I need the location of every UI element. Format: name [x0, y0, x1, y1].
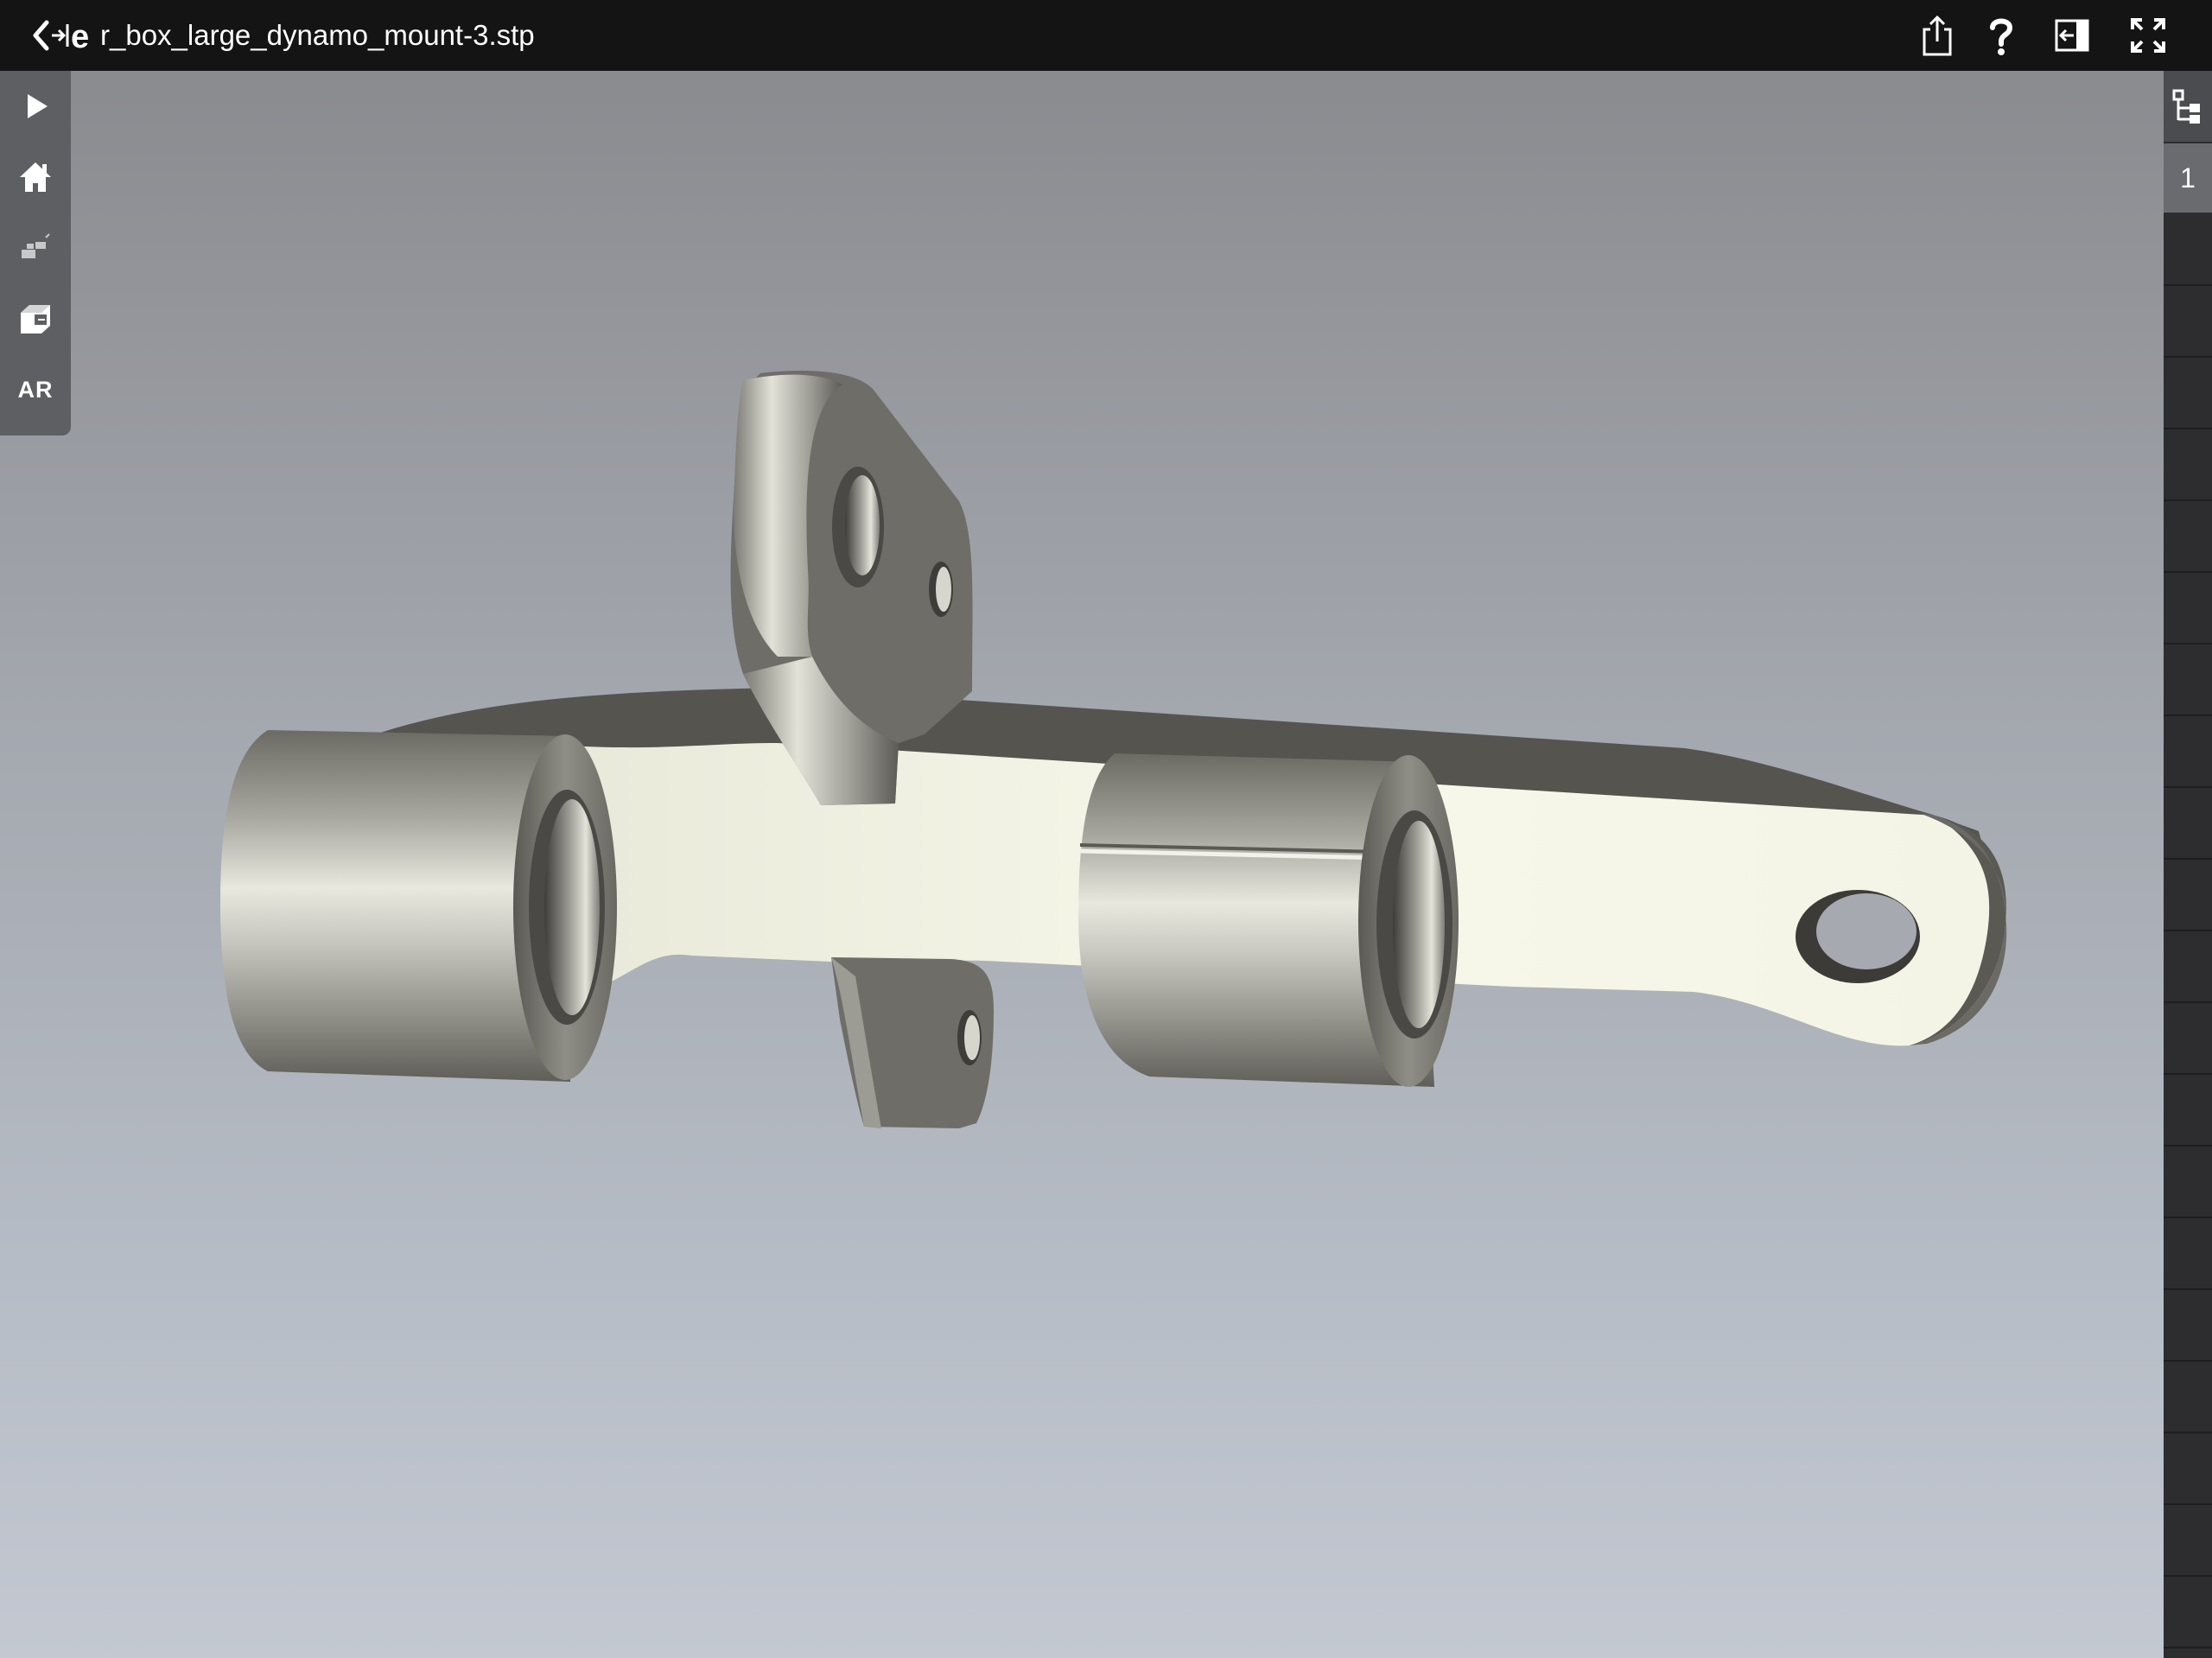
- back-chevron-icon: e: [33, 19, 89, 55]
- panel-collapse-icon: [2055, 19, 2089, 52]
- panel-row: [2164, 501, 2212, 573]
- section-view-button[interactable]: [0, 283, 71, 354]
- home-icon: [20, 162, 51, 192]
- top-bar: e r_box_large_dynamo_mount-3.stp: [0, 0, 2212, 71]
- back-button[interactable]: e: [26, 12, 97, 59]
- help-button[interactable]: [1977, 12, 2025, 59]
- panel-row: [2164, 358, 2212, 429]
- panel-row: [2164, 716, 2212, 788]
- help-question-icon: [1990, 18, 2013, 55]
- cad-model[interactable]: [0, 71, 2164, 1658]
- panel-row: [2164, 429, 2212, 501]
- app-logo-letter: e: [71, 19, 89, 55]
- home-view-button[interactable]: [0, 142, 71, 213]
- file-title: r_box_large_dynamo_mount-3.stp: [100, 19, 535, 51]
- panel-row: [2164, 1075, 2212, 1147]
- section-box-icon: [21, 305, 50, 334]
- play-button[interactable]: [0, 71, 71, 142]
- ar-button[interactable]: AR: [0, 354, 71, 425]
- panel-row: [2164, 1003, 2212, 1075]
- panel-row: [2164, 1433, 2212, 1505]
- panel-row: [2164, 931, 2212, 1003]
- right-panel: 1: [2164, 71, 2212, 1658]
- play-icon: [28, 94, 48, 118]
- panel-row: [2164, 1577, 2212, 1648]
- panel-row: [2164, 1218, 2212, 1290]
- left-toolbar: AR: [0, 71, 71, 435]
- panel-row: [2164, 645, 2212, 716]
- panel-row: [2164, 1290, 2212, 1362]
- explode-icon: [22, 233, 50, 258]
- ar-label: AR: [17, 376, 54, 403]
- explode-button[interactable]: [0, 213, 71, 283]
- panel-row: [2164, 214, 2212, 286]
- collapse-panel-button[interactable]: [2048, 12, 2096, 59]
- structure-tree-button[interactable]: [2164, 71, 2212, 142]
- structure-tree-icon: [2172, 89, 2200, 124]
- panel-row: [2164, 1147, 2212, 1218]
- share-icon: [1923, 15, 1952, 56]
- panel-row: [2164, 1505, 2212, 1577]
- panel-row: [2164, 286, 2212, 358]
- page-1-button[interactable]: 1: [2164, 143, 2212, 213]
- share-button[interactable]: [1913, 12, 1961, 59]
- panel-row: [2164, 573, 2212, 645]
- panel-row: [2164, 1362, 2212, 1433]
- fullscreen-button[interactable]: [2124, 12, 2172, 59]
- panel-row: [2164, 860, 2212, 931]
- 3d-viewport[interactable]: x: [0, 71, 2164, 1658]
- fullscreen-icon: [2131, 18, 2165, 53]
- panel-row: [2164, 788, 2212, 860]
